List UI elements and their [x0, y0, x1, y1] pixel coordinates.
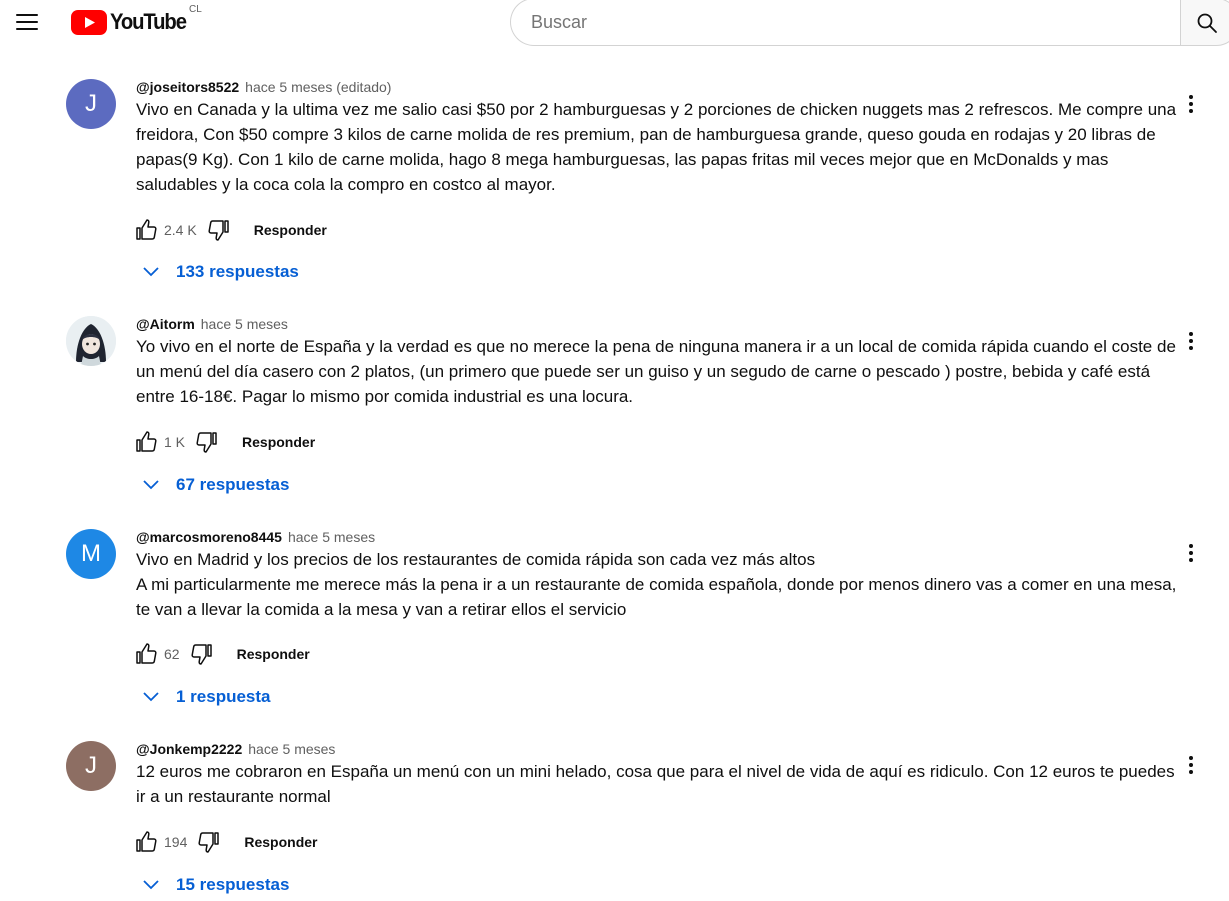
replies-count-label: 133 respuestas [176, 262, 299, 281]
reply-button[interactable]: Responder [254, 222, 327, 238]
avatar-hooded-figure-image [66, 316, 116, 366]
comment-header: @Jonkemp2222 hace 5 meses [136, 741, 335, 761]
comment-text: Vivo en Madrid y los precios de los rest… [136, 550, 1177, 619]
comment-text: Vivo en Canada y la ultima vez me salio … [136, 100, 1177, 194]
menu-bar [16, 14, 38, 16]
avatar[interactable]: J [66, 741, 116, 791]
thumbs-up-icon [136, 431, 157, 452]
avatar[interactable]: J [66, 79, 116, 129]
thumbs-down-icon [198, 832, 220, 853]
view-replies-button[interactable]: 1 respuesta [140, 683, 271, 711]
chevron-down-icon [143, 692, 159, 702]
replies-count-label: 67 respuestas [176, 475, 290, 494]
avatar-letter: J [85, 752, 97, 779]
like-count: 62 [164, 646, 180, 662]
view-replies-button[interactable]: 67 respuestas [140, 471, 289, 499]
like-count: 1 K [164, 434, 186, 450]
comment-toolbar: 194 Responder [132, 828, 317, 856]
chevron-down-icon [143, 480, 159, 490]
youtube-logo[interactable]: YouTube [71, 9, 192, 35]
youtube-play-icon [71, 9, 107, 35]
thumbs-down-icon [191, 644, 212, 665]
menu-bar [16, 21, 38, 23]
like-button[interactable] [132, 216, 160, 244]
reply-button[interactable]: Responder [244, 834, 317, 850]
comment-action-menu-button[interactable] [1176, 537, 1206, 567]
chevron-down-icon [143, 267, 159, 277]
replies-count-label: 15 respuestas [176, 875, 290, 894]
avatar[interactable]: M [66, 529, 116, 579]
dislike-button[interactable] [205, 216, 233, 244]
thumbs-up-icon [136, 831, 157, 852]
dislike-button[interactable] [195, 828, 223, 856]
menu-bar [16, 28, 38, 30]
comment-toolbar: 2.4 K Responder [132, 216, 327, 244]
reply-button[interactable]: Responder [237, 646, 310, 662]
published-time[interactable]: hace 5 meses [201, 316, 288, 332]
search-box [510, 0, 1181, 46]
comment-action-menu-button[interactable] [1176, 88, 1206, 118]
comment-toolbar: 1 K Responder [132, 428, 315, 456]
view-replies-button[interactable]: 15 respuestas [140, 871, 289, 899]
chevron-down-icon [143, 880, 159, 890]
avatar-letter: M [81, 540, 101, 567]
reply-button[interactable]: Responder [242, 434, 315, 450]
comment-text: Yo vivo en el norte de España y la verda… [136, 337, 1176, 406]
comment-header: @joseitors8522 hace 5 meses (editado) [136, 79, 391, 99]
avatar-letter: J [85, 90, 97, 117]
author-name[interactable]: @joseitors8522 [136, 79, 239, 95]
like-button[interactable] [132, 640, 160, 668]
dislike-button[interactable] [188, 640, 216, 668]
thumbs-down-icon [208, 220, 229, 241]
comment-toolbar: 62 Responder [132, 640, 310, 668]
view-replies-button[interactable]: 133 respuestas [140, 258, 299, 286]
thumbs-down-icon [196, 432, 217, 453]
like-count: 194 [164, 834, 188, 850]
search-button[interactable] [1180, 0, 1229, 46]
like-count: 2.4 K [164, 222, 197, 238]
comment-action-menu-button[interactable] [1176, 749, 1206, 779]
author-name[interactable]: @marcosmoreno8445 [136, 529, 282, 545]
like-button[interactable] [132, 428, 160, 456]
comment-action-menu-button[interactable] [1176, 325, 1206, 355]
comment-header: @marcosmoreno8445 hace 5 meses [136, 529, 375, 549]
dislike-button[interactable] [193, 428, 221, 456]
comment-header: @Aitorm hace 5 meses [136, 316, 288, 336]
region-code: CL [189, 4, 202, 15]
thumbs-up-icon [136, 219, 157, 240]
published-time[interactable]: hace 5 meses (editado) [245, 79, 391, 95]
published-time[interactable]: hace 5 meses [248, 741, 335, 757]
replies-count-label: 1 respuesta [176, 687, 271, 706]
avatar[interactable] [66, 316, 116, 366]
search-input[interactable] [531, 11, 1181, 33]
like-button[interactable] [132, 828, 160, 856]
logo-wordmark: YouTube [110, 9, 187, 34]
masthead: YouTube CL [0, 0, 1229, 48]
thumbs-up-icon [136, 643, 157, 664]
author-name[interactable]: @Jonkemp2222 [136, 741, 242, 757]
author-name[interactable]: @Aitorm [136, 316, 195, 332]
guide-menu-button[interactable] [13, 10, 41, 36]
comment-text: 12 euros me cobraron en España un menú c… [136, 762, 1175, 806]
published-time[interactable]: hace 5 meses [288, 529, 375, 545]
search-icon [1197, 13, 1217, 33]
